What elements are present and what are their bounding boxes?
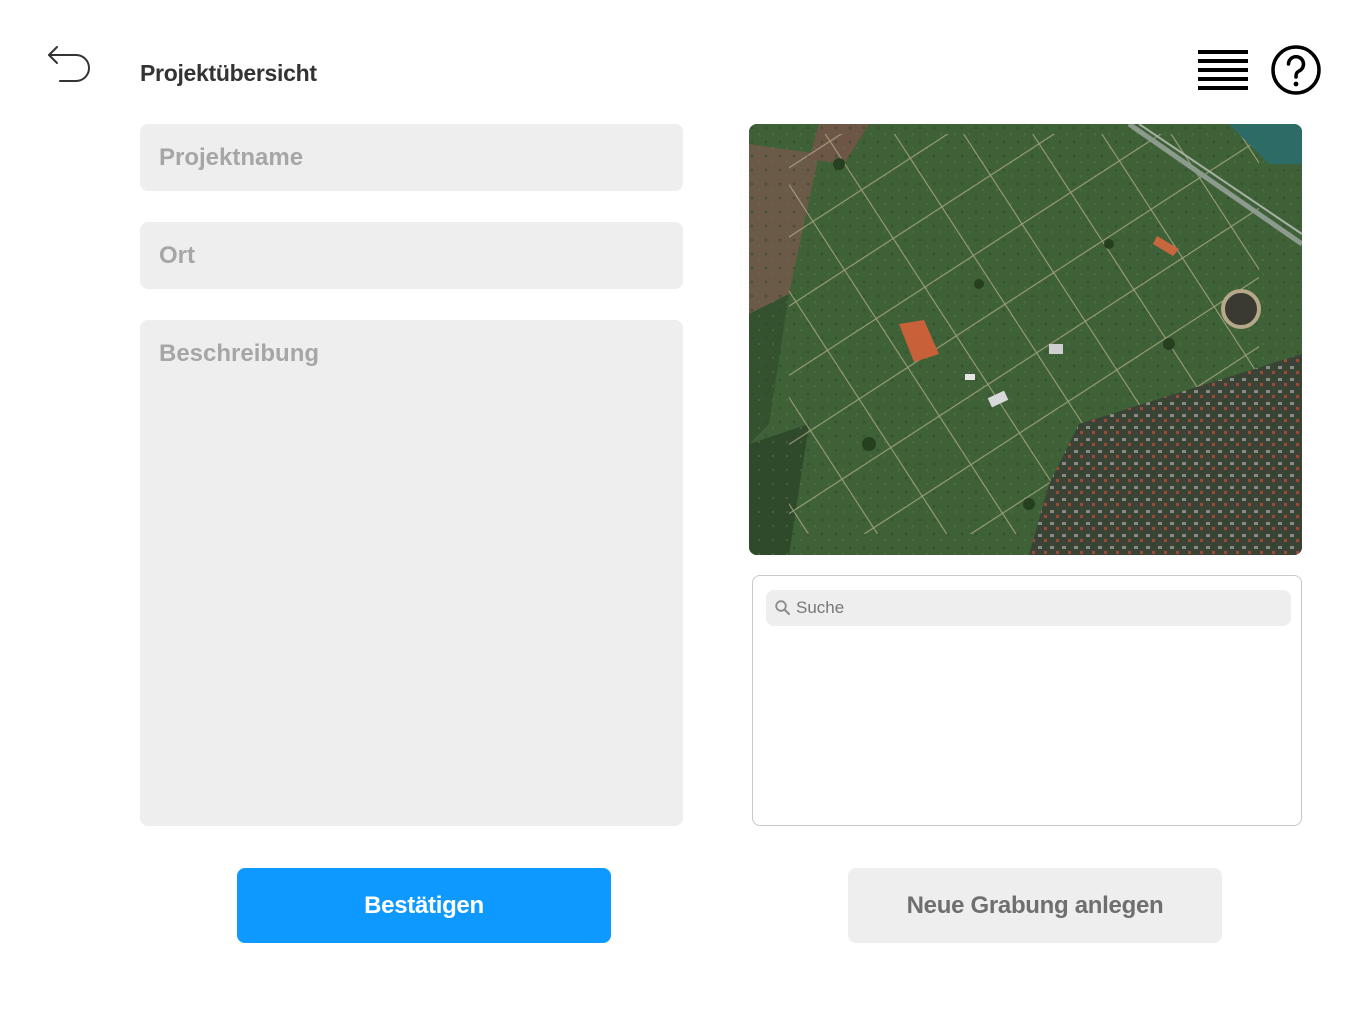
- page-title: Projektübersicht: [140, 60, 317, 86]
- satellite-map[interactable]: [749, 124, 1302, 555]
- undo-arrow-icon: [48, 46, 90, 82]
- map-image: [749, 124, 1302, 555]
- search-icon: [775, 600, 790, 615]
- back-button[interactable]: [44, 42, 92, 90]
- help-circle-icon: [1271, 45, 1321, 95]
- confirm-button[interactable]: Bestätigen: [237, 868, 611, 943]
- description-textarea[interactable]: [140, 320, 683, 826]
- new-excavation-button[interactable]: Neue Grabung anlegen: [848, 868, 1222, 943]
- search-box[interactable]: [766, 590, 1291, 626]
- search-panel: [752, 575, 1302, 826]
- hamburger-menu-icon: [1198, 50, 1248, 90]
- project-name-input[interactable]: [140, 124, 683, 191]
- menu-button[interactable]: [1196, 48, 1250, 92]
- search-input[interactable]: [796, 590, 1276, 626]
- location-input[interactable]: [140, 222, 683, 289]
- help-button[interactable]: [1270, 44, 1322, 96]
